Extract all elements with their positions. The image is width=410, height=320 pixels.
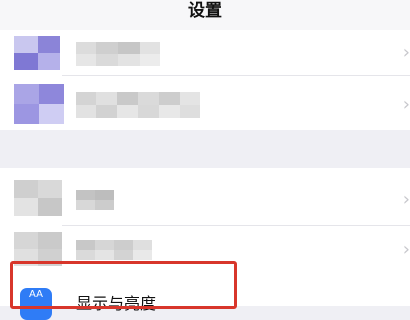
settings-row-obscured-2[interactable]: › [0, 76, 410, 130]
obscured-app-icon [14, 180, 62, 216]
obscured-label [76, 42, 160, 66]
chevron-right-icon: › [402, 42, 410, 63]
obscured-label [76, 92, 200, 118]
obscured-app-icon [14, 36, 60, 70]
page-title: 设置 [188, 1, 222, 21]
highlight-box [10, 261, 237, 309]
obscured-label [76, 240, 152, 260]
chevron-right-icon: › [402, 94, 410, 115]
obscured-app-icon [14, 84, 64, 124]
obscured-label [76, 190, 114, 210]
settings-row-obscured-1[interactable]: › [0, 30, 410, 76]
settings-group-1: › › [0, 30, 410, 130]
chevron-right-icon: › [402, 189, 410, 210]
navigation-bar: 设置 [0, 0, 410, 30]
settings-row-obscured-3[interactable]: › [0, 168, 410, 226]
chevron-right-icon: › [402, 239, 410, 260]
